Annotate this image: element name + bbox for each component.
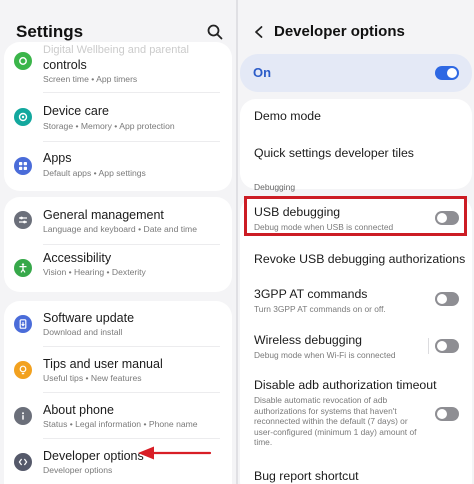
wireless-debugging-item[interactable]: Wireless debugging Debug mode when Wi-Fi… bbox=[254, 333, 464, 361]
leaf-icon bbox=[14, 52, 32, 70]
settings-item-title: Apps bbox=[43, 151, 72, 165]
settings-item-title: Accessibility bbox=[43, 251, 112, 265]
settings-item-subtitle: Status • Legal information • Phone name bbox=[43, 419, 198, 429]
settings-item-software-update[interactable]: Software update Download and install bbox=[4, 301, 232, 345]
search-icon[interactable] bbox=[207, 24, 223, 40]
settings-item-title: Software update bbox=[43, 311, 135, 325]
master-toggle[interactable] bbox=[435, 66, 459, 80]
page-title: Developer options bbox=[274, 23, 405, 40]
apps-icon bbox=[14, 157, 32, 175]
settings-item-title: About phone bbox=[43, 403, 114, 417]
settings-item-subtitle: Screen time • App timers bbox=[43, 74, 138, 84]
info-icon bbox=[14, 407, 32, 425]
settings-item-general-management[interactable]: General management Language and keyboard… bbox=[4, 197, 232, 243]
settings-group-2: General management Language and keyboard… bbox=[4, 197, 232, 292]
settings-item-subtitle: Storage • Memory • App protection bbox=[43, 121, 175, 131]
disable-adb-timeout-item[interactable]: Disable adb authorization timeout Disabl… bbox=[254, 378, 437, 448]
demo-mode-item[interactable]: Demo mode bbox=[254, 109, 464, 123]
item-title: Wireless debugging bbox=[254, 333, 363, 347]
item-title: Revoke USB debugging authorizations bbox=[254, 252, 466, 266]
back-arrow-icon[interactable] bbox=[252, 25, 266, 39]
sliders-icon bbox=[14, 211, 32, 229]
item-subtitle: Disable automatic revocation of adb auth… bbox=[254, 395, 417, 447]
settings-item-title: Device care bbox=[43, 104, 109, 118]
item-title: Disable adb authorization timeout bbox=[254, 378, 437, 392]
lightbulb-icon bbox=[14, 361, 32, 379]
settings-group-1: Digital Wellbeing and parental controls … bbox=[4, 42, 232, 191]
master-switch-row[interactable]: On bbox=[240, 54, 472, 92]
vertical-separator bbox=[428, 338, 429, 354]
settings-item-subtitle: Vision • Hearing • Dexterity bbox=[43, 267, 146, 277]
item-subtitle: Turn 3GPP AT commands on or off. bbox=[254, 304, 386, 314]
update-icon bbox=[14, 315, 32, 333]
settings-item-title: Developer options bbox=[43, 449, 144, 463]
revoke-usb-authorizations-item[interactable]: Revoke USB debugging authorizations bbox=[254, 252, 466, 266]
settings-item-title: Tips and user manual bbox=[43, 357, 163, 371]
settings-item-apps[interactable]: Apps Default apps • App settings bbox=[4, 143, 232, 189]
master-switch-label: On bbox=[253, 65, 272, 80]
settings-item-subtitle: Useful tips • New features bbox=[43, 373, 142, 383]
3gpp-at-commands-item[interactable]: 3GPP AT commands Turn 3GPP AT commands o… bbox=[254, 287, 464, 315]
top-options-card: Demo mode Quick settings developer tiles bbox=[240, 99, 472, 189]
wireless-debugging-toggle[interactable] bbox=[435, 339, 459, 353]
settings-item-about-phone[interactable]: About phone Status • Legal information •… bbox=[4, 393, 232, 437]
developer-icon bbox=[14, 453, 32, 471]
item-title: 3GPP AT commands bbox=[254, 287, 368, 301]
settings-item-subtitle: Download and install bbox=[43, 327, 123, 337]
3gpp-toggle[interactable] bbox=[435, 292, 459, 306]
item-title: Demo mode bbox=[254, 109, 321, 123]
item-title: Quick settings developer tiles bbox=[254, 146, 414, 160]
item-title: Bug report shortcut bbox=[254, 469, 359, 483]
settings-item-digital-wellbeing[interactable]: Digital Wellbeing and parental controls … bbox=[4, 42, 232, 88]
divider bbox=[43, 141, 220, 142]
bug-report-shortcut-item[interactable]: Bug report shortcut bbox=[254, 469, 464, 483]
settings-item-title: General management bbox=[43, 208, 164, 222]
adb-timeout-toggle[interactable] bbox=[435, 407, 459, 421]
settings-item-subtitle: Developer options bbox=[43, 465, 113, 475]
pointer-arrow-icon bbox=[138, 446, 212, 460]
developer-options-panel: Developer options On Demo mode Quick set… bbox=[238, 0, 474, 484]
settings-panel: Settings Digital Wellbeing and parental … bbox=[0, 0, 236, 484]
accessibility-icon bbox=[14, 259, 32, 277]
device-care-icon bbox=[14, 108, 32, 126]
settings-item-tips[interactable]: Tips and user manual Useful tips • New f… bbox=[4, 347, 232, 391]
debugging-card: USB debugging Debug mode when USB is con… bbox=[240, 197, 472, 484]
settings-item-accessibility[interactable]: Accessibility Vision • Hearing • Dexteri… bbox=[4, 245, 232, 291]
settings-item-subtitle: Language and keyboard • Date and time bbox=[43, 224, 197, 234]
settings-item-device-care[interactable]: Device care Storage • Memory • App prote… bbox=[4, 94, 232, 140]
settings-item-subtitle: Default apps • App settings bbox=[43, 168, 146, 178]
section-header: Debugging bbox=[254, 182, 296, 192]
item-subtitle: Debug mode when Wi-Fi is connected bbox=[254, 350, 396, 360]
quick-settings-tiles-item[interactable]: Quick settings developer tiles bbox=[254, 146, 464, 160]
settings-item-title: controls bbox=[43, 58, 87, 72]
cut-off-title: Digital Wellbeing and parental bbox=[43, 44, 189, 56]
divider bbox=[43, 92, 220, 93]
page-title: Settings bbox=[16, 22, 84, 41]
highlight-box bbox=[244, 196, 467, 236]
